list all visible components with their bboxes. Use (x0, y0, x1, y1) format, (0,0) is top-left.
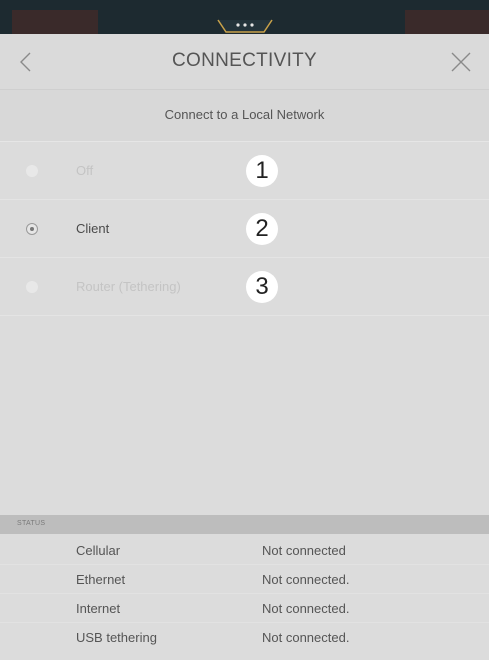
number-badge: 3 (246, 271, 278, 303)
close-button[interactable] (449, 50, 473, 74)
status-key: Ethernet (76, 572, 126, 587)
radio-router[interactable] (26, 281, 38, 293)
option-router[interactable]: Router (Tethering) 3 (0, 258, 489, 316)
status-row-usb-tethering: USB tethering Not connected. (0, 623, 489, 652)
option-label: Off (76, 163, 94, 178)
status-value: Not connected. (262, 601, 350, 616)
status-row-internet: Internet Not connected. (0, 594, 489, 623)
status-key: Cellular (76, 543, 121, 558)
section-subheader: Connect to a Local Network (0, 90, 489, 142)
number-badge: 1 (246, 155, 278, 187)
header: CONNECTIVITY (0, 34, 489, 90)
number-badge: 2 (246, 213, 278, 245)
radio-off[interactable] (26, 165, 38, 177)
status-heading: STATUS (17, 520, 46, 527)
status-value: Not connected. (262, 572, 350, 587)
drawer-handle[interactable] (216, 6, 274, 34)
top-left-block (12, 10, 98, 34)
connection-mode-list: Off 1 Client 2 Router (Tethering) 3 (0, 142, 489, 316)
option-off[interactable]: Off 1 (0, 142, 489, 200)
top-strip (0, 0, 489, 34)
option-label: Router (Tethering) (76, 279, 181, 294)
status-section-header: STATUS (0, 515, 489, 534)
page-title: CONNECTIVITY (171, 50, 318, 71)
status-value: Not connected. (262, 630, 350, 645)
option-label: Client (76, 221, 110, 236)
status-value: Not connected (262, 543, 346, 558)
handle-icon (217, 19, 273, 33)
option-client[interactable]: Client 2 (0, 200, 489, 258)
status-list: Cellular Not connected Ethernet Not conn… (0, 536, 489, 652)
status-key: Internet (76, 601, 121, 616)
top-right-block (405, 10, 489, 34)
radio-client[interactable] (26, 223, 38, 235)
status-key: USB tethering (76, 630, 157, 645)
status-row-ethernet: Ethernet Not connected. (0, 565, 489, 594)
status-row-cellular: Cellular Not connected (0, 536, 489, 565)
close-icon (451, 52, 471, 72)
